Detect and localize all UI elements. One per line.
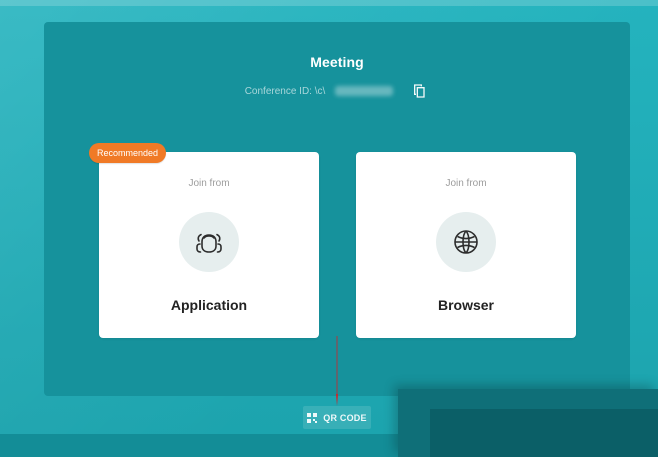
card-label-browser: Browser (437, 297, 495, 313)
qr-code-label: QR CODE (323, 412, 367, 423)
join-browser-card[interactable]: Join from Browser (356, 152, 576, 338)
conference-id-value-redacted (335, 86, 394, 96)
join-from-label: Join from (445, 178, 487, 189)
users-group-icon (196, 233, 222, 253)
meeting-title: Meeting (310, 54, 364, 70)
top-strip (0, 0, 658, 6)
annotation-arrow (336, 336, 338, 406)
conference-id-label: Conference ID: \c\ (244, 85, 326, 97)
copy-icon[interactable] (411, 82, 429, 100)
qr-code-button[interactable]: QR CODE (303, 406, 371, 429)
globe-icon (454, 230, 478, 254)
overlay-window-inner (430, 409, 658, 457)
join-from-label: Join from (188, 178, 230, 189)
qr-code-icon (307, 412, 318, 423)
copy-icon-svg (414, 84, 425, 98)
join-application-card[interactable]: Join from Application (99, 152, 319, 338)
browser-icon-circle (436, 212, 496, 272)
recommended-badge: Recommended (89, 143, 167, 163)
conference-id-row: Conference ID: \c\ (44, 82, 630, 100)
card-label-application: Application (170, 297, 248, 313)
application-icon-circle (179, 212, 239, 272)
